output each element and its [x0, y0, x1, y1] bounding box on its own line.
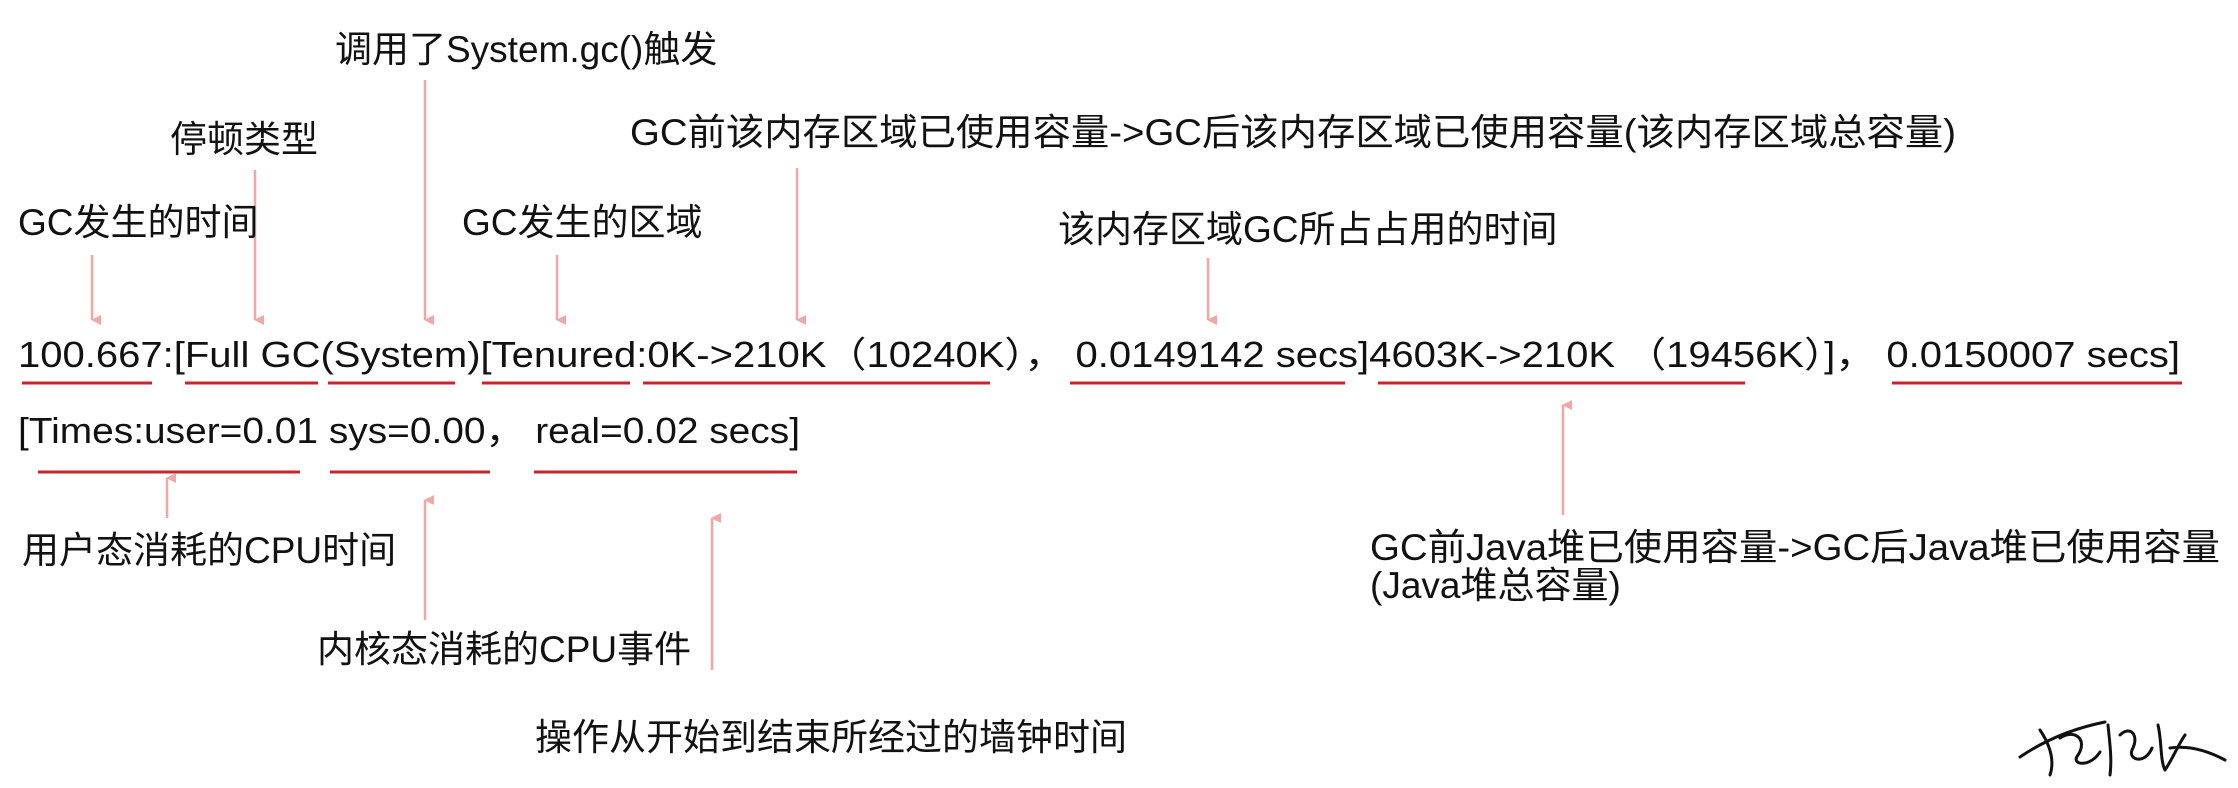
label-gc-time: GC发生的时间: [18, 202, 259, 243]
label-wall-clock: 操作从开始到结束所经过的墙钟时间: [535, 717, 1127, 758]
label-heap-usage-line-1: GC前Java堆已使用容量->GC后Java堆已使用容量: [1370, 527, 2220, 568]
label-region-usage: GC前该内存区域已使用容量->GC后该内存区域已使用容量(该内存区域总容量): [630, 112, 1956, 153]
label-system-gc: 调用了System.gc()触发: [335, 29, 717, 70]
signature-mark: [2018, 720, 2227, 777]
label-region-time: 该内存区域GC所占占用的时间: [1058, 209, 1558, 250]
label-heap-usage-line-2: (Java堆总容量): [1370, 565, 1621, 606]
label-kernel-cpu: 内核态消耗的CPU事件: [317, 629, 691, 670]
label-gc-area: GC发生的区域: [462, 202, 703, 243]
label-pause-type: 停顿类型: [170, 119, 318, 160]
gc-log-line-1: 100.667:[Full GC(System)[Tenured:0K->210…: [18, 334, 2180, 375]
label-user-cpu: 用户态消耗的CPU时间: [22, 530, 396, 571]
gc-log-diagram: 100.667:[Full GC(System)[Tenured:0K->210…: [18, 29, 2227, 777]
gc-log-line-2: [Times:user=0.01 sys=0.00， real=0.02 sec…: [18, 410, 800, 451]
